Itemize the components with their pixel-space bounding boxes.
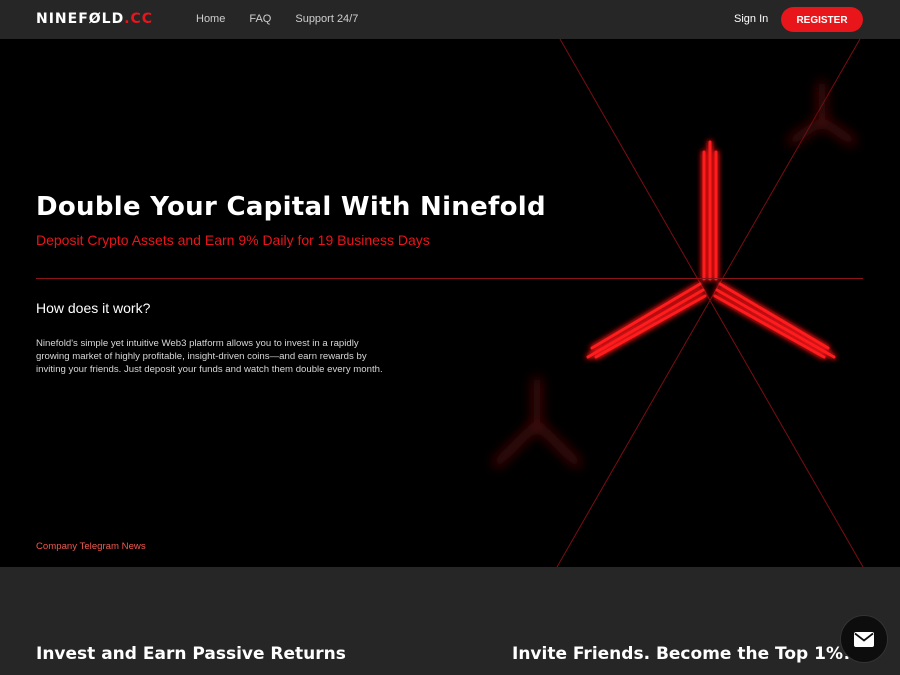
- nav-links: Home FAQ Support 24/7: [196, 13, 358, 25]
- hero-section: Double Your Capital With Ninefold Deposi…: [0, 39, 900, 567]
- features-band: Invest and Earn Passive Returns Invite F…: [0, 567, 900, 675]
- nav-link-home[interactable]: Home: [196, 13, 225, 25]
- sign-in-link[interactable]: Sign In: [734, 13, 768, 25]
- chat-button[interactable]: [840, 615, 888, 663]
- logo[interactable]: NINEFØLD.CC: [36, 11, 153, 27]
- telegram-news-link[interactable]: Company Telegram News: [36, 541, 146, 552]
- logo-main: NINEFØLD: [36, 11, 125, 27]
- register-button[interactable]: REGISTER: [781, 7, 863, 32]
- nav-link-faq[interactable]: FAQ: [249, 13, 271, 25]
- logo-tld: .CC: [124, 11, 154, 27]
- invite-heading: Invite Friends. Become the Top 1%!: [512, 644, 851, 664]
- nav-link-support[interactable]: Support 24/7: [295, 13, 358, 25]
- mail-icon: [854, 631, 874, 647]
- how-it-works-heading: How does it work?: [36, 300, 151, 316]
- how-it-works-body: Ninefold's simple yet intuitive Web3 pla…: [36, 338, 383, 375]
- top-nav: NINEFØLD.CC Home FAQ Support 24/7 Sign I…: [0, 0, 900, 39]
- hero-title: Double Your Capital With Ninefold: [36, 192, 546, 222]
- hero-subtitle: Deposit Crypto Assets and Earn 9% Daily …: [36, 232, 430, 248]
- invest-heading: Invest and Earn Passive Returns: [36, 644, 346, 664]
- hero-divider: [36, 278, 863, 279]
